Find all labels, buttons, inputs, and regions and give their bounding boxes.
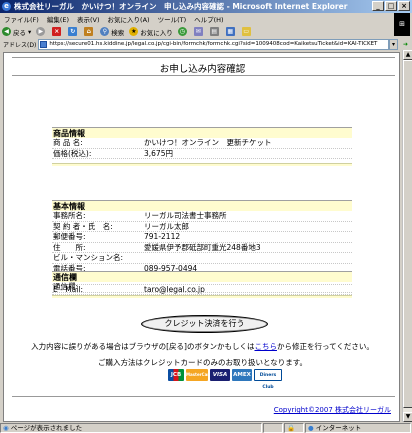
window-title: 株式会社リーガル かいけつ！オンライン 申し込み内容確認 - Microsoft…	[14, 2, 348, 11]
close-button[interactable]: ×	[398, 1, 410, 11]
card-logos: JCB MasterCard VISA AMEX Diners Club	[168, 369, 282, 390]
mastercard-logo: MasterCard	[186, 369, 212, 381]
forward-button[interactable]: ▶	[36, 27, 47, 36]
window-titlebar: e 株式会社リーガル かいけつ！オンライン 申し込み内容確認 - Microso…	[0, 0, 412, 13]
windows-logo-icon: ⊞	[394, 13, 410, 36]
copyright-link[interactable]: Copyright©2007 株式会社リーガル	[274, 405, 391, 415]
address-dropdown[interactable]: ▾	[389, 38, 398, 50]
toolbar: ◀ 戻る ▾ ▶ × ↻ ⌂ ⚲ 検索 ★ お気に入り ◷ ✉ ▤ ▦ ▭	[0, 25, 392, 38]
table-row: 住 所: 愛媛県伊予郡砥部町重光248番地3	[52, 243, 352, 253]
section-heading: 基本情報	[52, 200, 352, 211]
refresh-button[interactable]: ↻	[68, 27, 79, 36]
folder-icon: ▭	[241, 27, 251, 36]
back-label: 戻る	[13, 28, 26, 37]
menu-view[interactable]: 表示(V)	[77, 14, 100, 24]
minimize-button[interactable]: _	[372, 1, 384, 11]
address-input[interactable]: https://secure01.hs.kiddine.jp/legal.co.…	[38, 38, 389, 50]
menu-edit[interactable]: 編集(E)	[47, 14, 69, 24]
page-title: お申し込み内容確認	[159, 64, 246, 75]
page-icon	[40, 40, 48, 48]
vertical-scrollbar[interactable]: ▲ ▼	[402, 50, 412, 422]
stop-icon: ×	[52, 27, 62, 36]
table-row: 商 品 名: かいけつ！オンライン 更新チケット	[52, 138, 352, 149]
home-button[interactable]: ⌂	[84, 27, 95, 36]
printer-icon: ▤	[209, 27, 219, 36]
globe-icon: ●	[308, 423, 314, 432]
search-icon: ⚲	[100, 27, 110, 36]
table-row: 郵便番号: 791-2112	[52, 232, 352, 243]
search-label: 検索	[111, 28, 125, 37]
mail-button[interactable]: ✉	[193, 27, 205, 36]
back-button[interactable]: ◀ 戻る ▾	[2, 27, 31, 37]
scroll-down-icon[interactable]: ▼	[403, 412, 412, 422]
refresh-icon: ↻	[68, 27, 78, 36]
diners-club-logo: Diners Club	[254, 369, 282, 390]
scroll-thumb[interactable]	[403, 60, 412, 408]
search-button[interactable]: ⚲ 検索	[100, 27, 124, 37]
address-bar: アドレス(D) https://secure01.hs.kiddine.jp/l…	[0, 38, 412, 50]
menu-favorites[interactable]: お気に入り(A)	[108, 14, 150, 24]
status-bar: ◉ ページが表示されました 🔒 ● インターネット	[0, 422, 412, 433]
comm-section: 通信欄 通信欄:	[52, 271, 352, 293]
stop-button[interactable]: ×	[52, 27, 63, 36]
address-label: アドレス(D)	[3, 41, 37, 49]
go-button[interactable]: ➜	[399, 39, 412, 50]
menu-help[interactable]: ヘルプ(H)	[194, 14, 223, 24]
correction-link[interactable]: こちら	[254, 342, 277, 351]
table-row: 事務所名: リーガル司法書士事務所	[52, 211, 352, 222]
credit-card-payment-button[interactable]: クレジット決済を行う	[141, 315, 268, 333]
table-row: ビル・マンション名:	[52, 253, 352, 264]
page-content: お申し込み内容確認 商品情報 商 品 名: かいけつ！オンライン 更新チケット …	[3, 52, 400, 422]
jcb-logo: JCB	[168, 369, 184, 381]
favorites-label: お気に入り	[140, 28, 173, 37]
edit-button[interactable]: ▦	[225, 27, 237, 36]
table-row: 契 約 者・氏 名: リーガル太郎	[52, 222, 352, 232]
maximize-button[interactable]: □	[385, 1, 397, 11]
menu-tools[interactable]: ツール(T)	[158, 14, 187, 24]
correction-note: 入力内容に誤りがある場合はブラウザの[戻る]のボタンかもしくはこちらから修正を行…	[31, 342, 374, 351]
print-button[interactable]: ▤	[209, 27, 221, 36]
zone-indicator: ● インターネット	[305, 422, 411, 433]
lock-icon: 🔒	[284, 422, 304, 433]
favorites-button[interactable]: ★ お気に入り	[129, 27, 173, 37]
forward-arrow-icon: ▶	[36, 27, 46, 36]
table-row: 通信欄:	[52, 282, 352, 293]
home-icon: ⌂	[84, 27, 94, 36]
page-done-icon: ◉	[3, 423, 9, 432]
mail-icon: ✉	[193, 27, 203, 36]
menu-bar: ファイル(F) 編集(E) 表示(V) お気に入り(A) ツール(T) ヘルプ(…	[0, 13, 412, 25]
payment-method-note: ご購入方法はクレジットカードのみのお取り扱いとなります。	[97, 358, 308, 367]
visa-logo: VISA	[210, 369, 230, 381]
section-heading: 商品情報	[52, 127, 352, 138]
menu-file[interactable]: ファイル(F)	[4, 14, 39, 24]
section-heading: 通信欄	[52, 271, 352, 282]
edit-page-icon: ▦	[225, 27, 235, 36]
ie-icon: e	[2, 2, 11, 11]
back-arrow-icon: ◀	[2, 27, 11, 36]
status-text: ◉ ページが表示されました	[0, 422, 262, 433]
amex-logo: AMEX	[232, 369, 252, 381]
scroll-up-icon[interactable]: ▲	[403, 50, 412, 60]
history-icon: ◷	[177, 27, 187, 36]
star-icon: ★	[129, 27, 139, 36]
folder-button[interactable]: ▭	[241, 27, 253, 36]
browser-viewport: お申し込み内容確認 商品情報 商 品 名: かいけつ！オンライン 更新チケット …	[0, 50, 412, 422]
history-button[interactable]: ◷	[177, 27, 189, 36]
